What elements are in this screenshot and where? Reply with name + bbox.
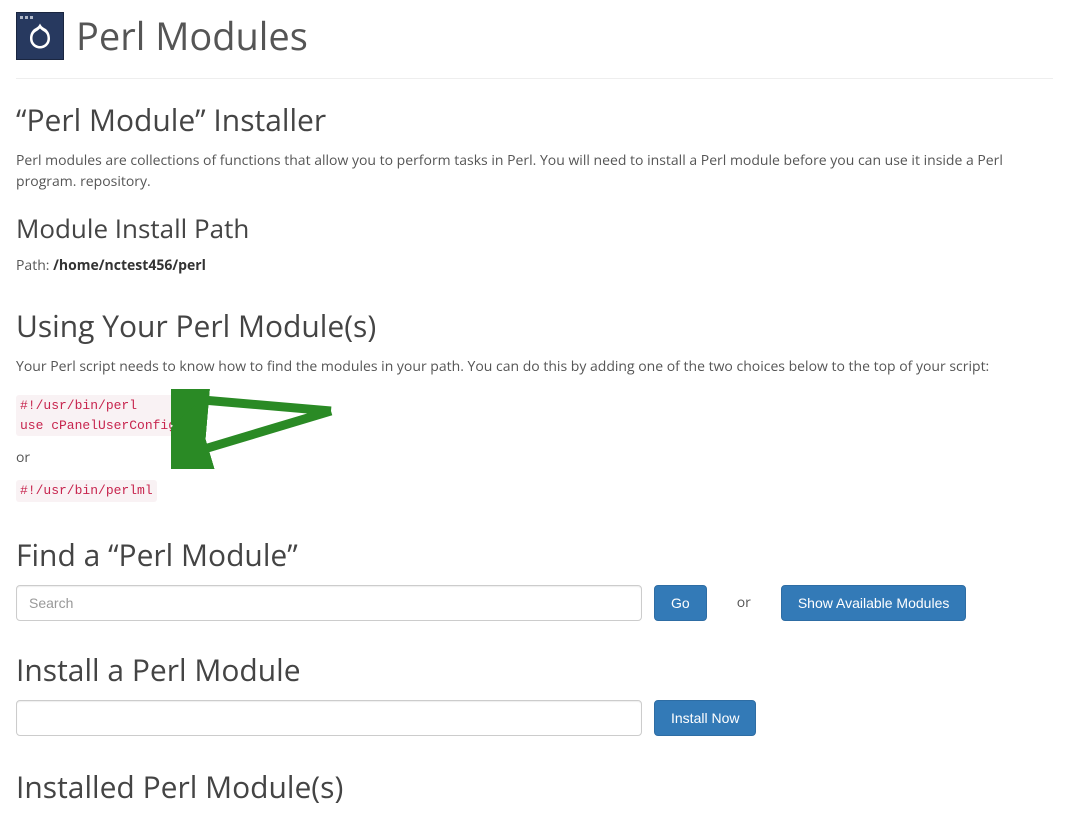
- page-title: Perl Modules: [76, 10, 308, 62]
- find-or-text: or: [719, 593, 769, 612]
- install-form-row: Install Now: [16, 700, 1053, 736]
- install-heading: Install a Perl Module: [16, 649, 1053, 690]
- using-description: Your Perl script needs to know how to fi…: [16, 356, 1053, 377]
- install-now-button[interactable]: Install Now: [654, 700, 756, 736]
- find-heading: Find a “Perl Module”: [16, 534, 1053, 575]
- code-snippet-2: #!/usr/bin/perlml: [16, 480, 157, 502]
- page-header: Perl Modules: [16, 0, 1053, 79]
- find-form-row: Go or Show Available Modules: [16, 585, 1053, 621]
- install-section: Install a Perl Module Install Now: [16, 649, 1053, 736]
- code-block-2: #!/usr/bin/perlml: [16, 477, 1053, 504]
- code-snippet-1: #!/usr/bin/perl use cPanelUserConfig;: [16, 395, 188, 436]
- search-input[interactable]: [16, 585, 642, 621]
- code-block-1: #!/usr/bin/perl use cPanelUserConfig;: [16, 395, 1053, 438]
- installer-section: “Perl Module” Installer Perl modules are…: [16, 99, 1053, 192]
- install-path-heading: Module Install Path: [16, 210, 1053, 246]
- using-heading: Using Your Perl Module(s): [16, 305, 1053, 346]
- go-button[interactable]: Go: [654, 585, 707, 621]
- find-section: Find a “Perl Module” Go or Show Availabl…: [16, 534, 1053, 621]
- install-path-section: Module Install Path Path: /home/nctest45…: [16, 210, 1053, 275]
- using-section: Using Your Perl Module(s) Your Perl scri…: [16, 305, 1053, 504]
- perl-onion-icon: [16, 12, 64, 60]
- installer-description: Perl modules are collections of function…: [16, 150, 1053, 192]
- installer-heading: “Perl Module” Installer: [16, 99, 1053, 140]
- code-or-text: or: [16, 448, 1053, 467]
- install-module-input[interactable]: [16, 700, 642, 736]
- install-path-label: Path:: [16, 256, 53, 275]
- install-path-line: Path: /home/nctest456/perl: [16, 256, 1053, 275]
- install-path-value: /home/nctest456/perl: [53, 256, 206, 275]
- show-available-modules-button[interactable]: Show Available Modules: [781, 585, 967, 621]
